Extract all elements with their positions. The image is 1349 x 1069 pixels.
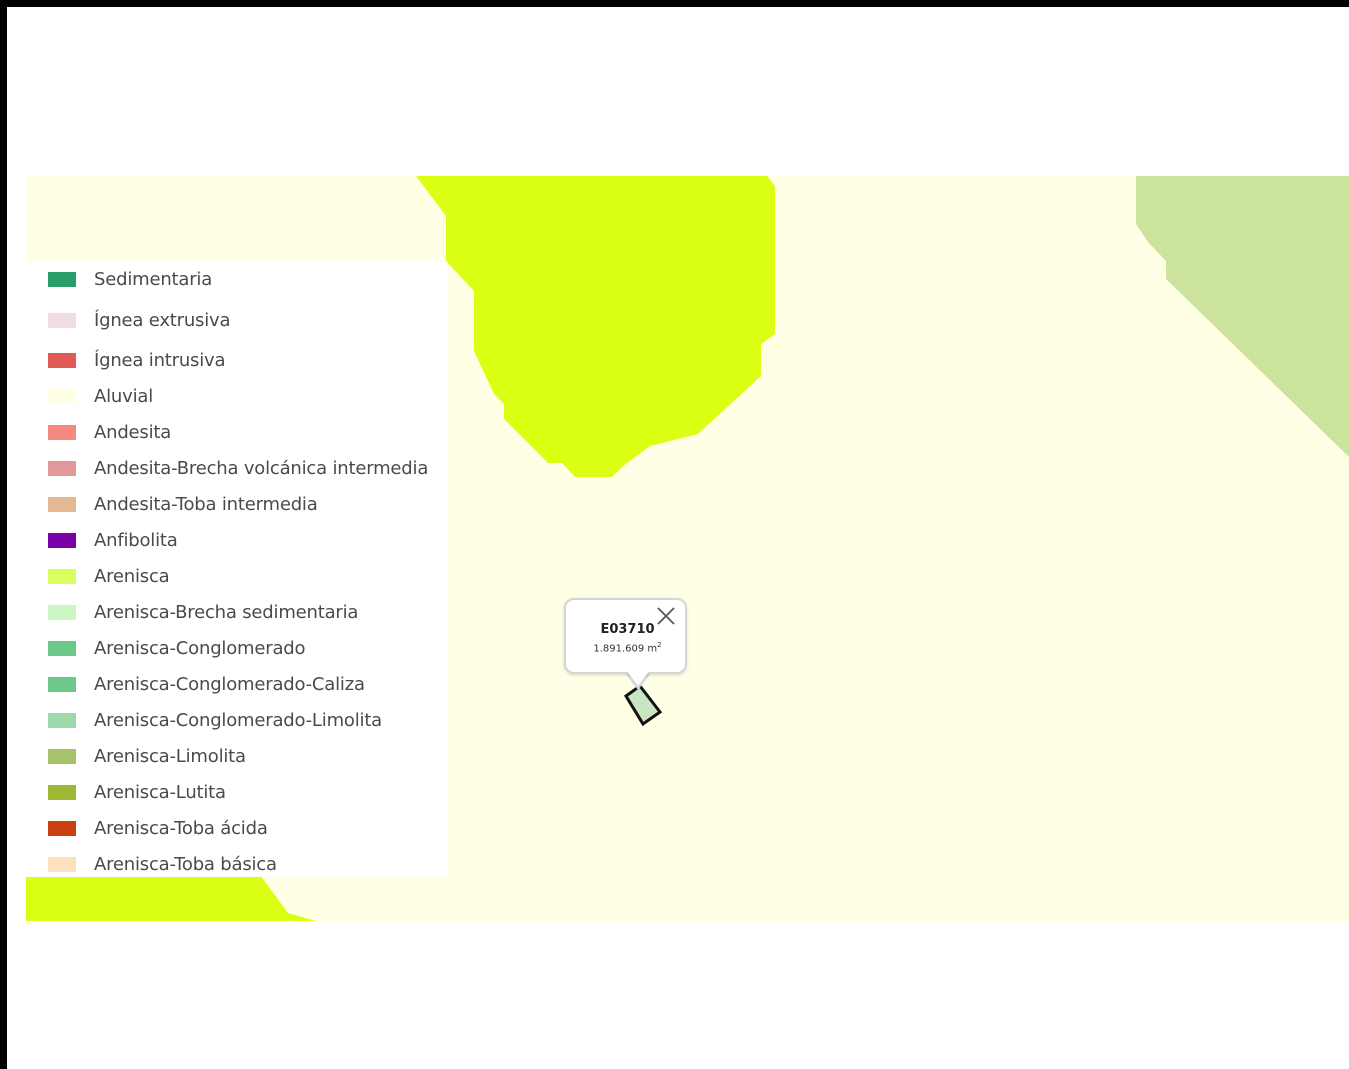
legend-item: Arenisca-Lutita <box>48 781 448 803</box>
legend-panel: Sedimentaria Ígnea extrusiva Ígnea intrusi… <box>26 262 448 877</box>
legend-label: Arenisca-Limolita <box>94 745 246 767</box>
legend-item: Ígnea intrusiva <box>48 349 448 371</box>
legend-swatch <box>48 784 76 800</box>
legend-item: Andesita-Brecha volcánica intermedia <box>48 457 448 479</box>
legend-item: Andesita-Toba intermedia <box>48 493 448 515</box>
legend-label: Arenisca-Brecha sedimentaria <box>94 601 359 623</box>
legend-label: Arenisca-Conglomerado <box>94 637 306 659</box>
legend-swatch <box>48 676 76 692</box>
legend-item: Andesita <box>48 421 448 443</box>
legend-label: Ígnea intrusiva <box>94 349 226 371</box>
legend-label: Arenisca-Toba básica <box>94 853 277 875</box>
legend-label: Arenisca <box>94 565 170 587</box>
legend-swatch <box>48 496 76 512</box>
legend-swatch <box>48 604 76 620</box>
legend-item: Aluvial <box>48 385 448 407</box>
legend-label: Anfibolita <box>94 529 178 551</box>
legend-label: Ígnea extrusiva <box>94 309 231 331</box>
legend-swatch <box>48 352 76 368</box>
legend-item: Arenisca-Conglomerado-Limolita <box>48 709 448 731</box>
feature-popup[interactable]: E03710 1.891.609 m2 <box>564 598 687 674</box>
legend-label: Andesita-Brecha volcánica intermedia <box>94 457 429 479</box>
legend-label: Sedimentaria <box>94 268 213 290</box>
legend-swatch <box>48 820 76 836</box>
popup-area-value: 1.891.609 m <box>593 643 658 655</box>
legend-label: Andesita <box>94 421 172 443</box>
legend-swatch <box>48 712 76 728</box>
legend-item: Anfibolita <box>48 529 448 551</box>
legend-label: Arenisca-Lutita <box>94 781 226 803</box>
legend-item: Arenisca-Limolita <box>48 745 448 767</box>
legend-swatch <box>48 388 76 404</box>
legend-label: Aluvial <box>94 385 154 407</box>
legend-swatch <box>48 424 76 440</box>
legend-item: Arenisca-Toba ácida <box>48 817 448 839</box>
legend-swatch <box>48 748 76 764</box>
close-icon[interactable] <box>655 605 677 627</box>
legend-item: Arenisca-Toba básica <box>48 853 448 875</box>
legend-swatch <box>48 271 76 287</box>
legend-item: Arenisca-Conglomerado <box>48 637 448 659</box>
legend-swatch <box>48 640 76 656</box>
legend-label: Arenisca-Conglomerado-Limolita <box>94 709 383 731</box>
legend-label: Arenisca-Toba ácida <box>94 817 268 839</box>
popup-area: 1.891.609 m2 <box>566 641 689 654</box>
popup-area-exponent: 2 <box>657 641 662 649</box>
legend-item: Arenisca-Brecha sedimentaria <box>48 601 448 623</box>
legend-swatch <box>48 460 76 476</box>
legend-item: Arenisca-Conglomerado-Caliza <box>48 673 448 695</box>
popup-tail-inner <box>627 671 649 686</box>
legend-label: Arenisca-Conglomerado-Caliza <box>94 673 365 695</box>
legend-item: Arenisca <box>48 565 448 587</box>
legend-swatch <box>48 532 76 548</box>
legend-swatch <box>48 568 76 584</box>
legend-swatch <box>48 312 76 328</box>
legend-label: Andesita-Toba intermedia <box>94 493 318 515</box>
legend-item: Ígnea extrusiva <box>48 309 448 331</box>
legend-item: Sedimentaria <box>48 268 448 290</box>
legend-swatch <box>48 856 76 872</box>
